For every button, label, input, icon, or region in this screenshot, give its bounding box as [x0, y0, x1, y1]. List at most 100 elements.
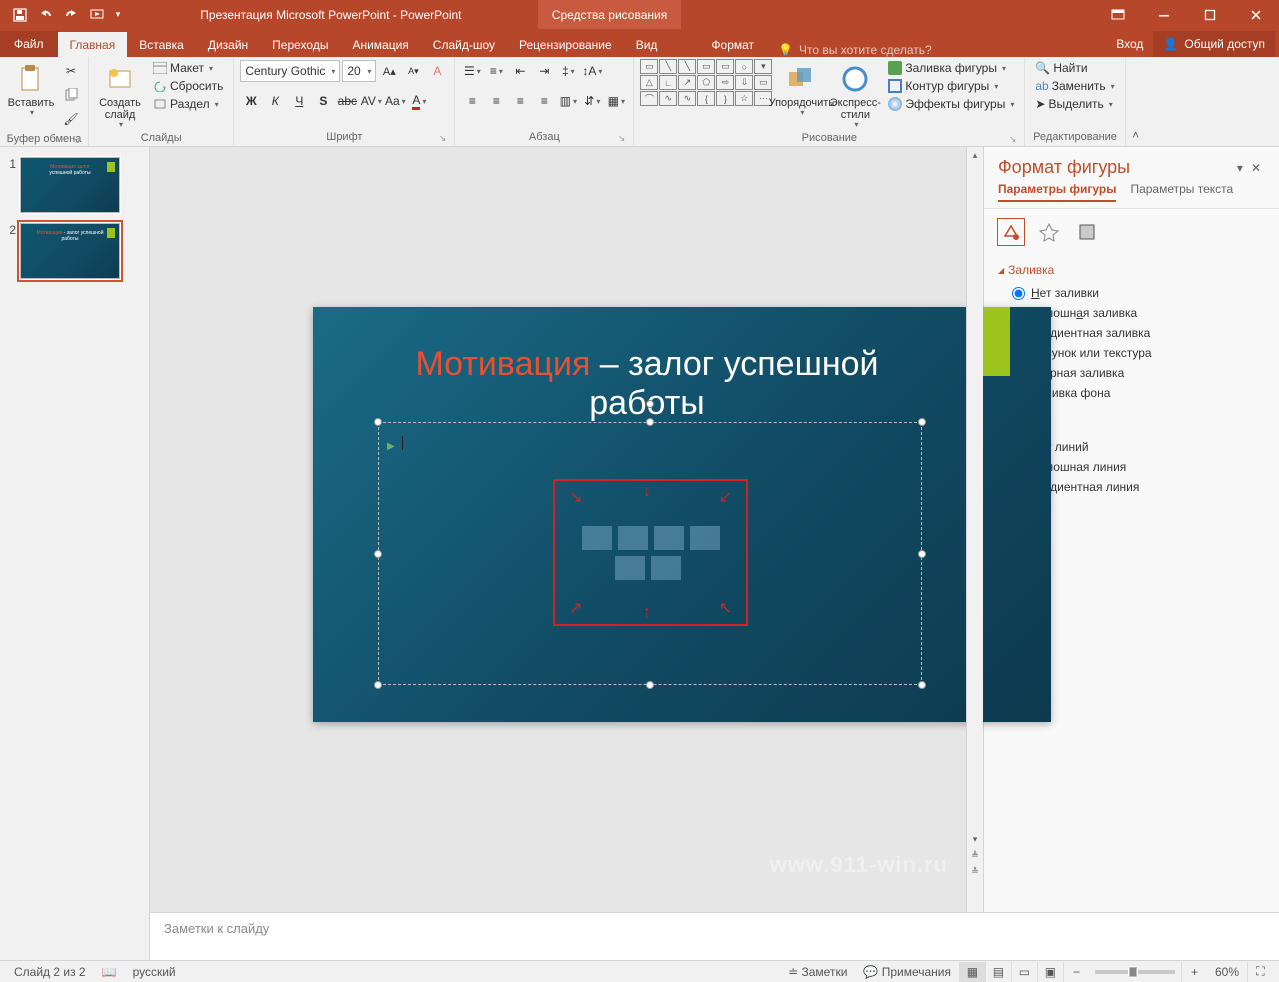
close-button[interactable] — [1233, 0, 1279, 29]
clipboard-launcher[interactable]: ↘ — [72, 135, 80, 146]
smartart-button[interactable]: ▦▾ — [605, 90, 627, 112]
underline-button[interactable]: Ч — [288, 90, 310, 112]
fill-line-tab-icon[interactable] — [998, 219, 1024, 245]
justify-button[interactable]: ≡ — [533, 90, 555, 112]
tab-slideshow[interactable]: Слайд-шоу — [421, 32, 507, 57]
tab-animation[interactable]: Анимация — [340, 32, 420, 57]
prev-slide-button[interactable]: ≜ — [968, 848, 983, 863]
bold-button[interactable]: Ж — [240, 90, 262, 112]
pane-options-button[interactable]: ▾ — [1233, 161, 1247, 175]
resize-handle-w[interactable] — [374, 550, 382, 558]
pane-close-button[interactable]: ✕ — [1247, 161, 1265, 175]
align-center-button[interactable]: ≡ — [485, 90, 507, 112]
pane-tab-text-options[interactable]: Параметры текста — [1130, 182, 1233, 202]
size-tab-icon[interactable] — [1074, 219, 1100, 245]
save-button[interactable] — [8, 3, 32, 27]
italic-button[interactable]: К — [264, 90, 286, 112]
ribbon-options-button[interactable] — [1095, 0, 1141, 29]
strikethrough-button[interactable]: abc — [336, 90, 358, 112]
align-left-button[interactable]: ≡ — [461, 90, 483, 112]
status-language[interactable]: русский — [125, 965, 184, 979]
comments-toggle[interactable]: 💬 Примечания — [855, 965, 959, 979]
spellcheck-button[interactable]: 📖 — [94, 965, 125, 979]
zoom-slider[interactable] — [1095, 970, 1175, 974]
shapes-gallery[interactable]: ▭╲╲▭▭○▾ △∟↗⬠⇨⇩▭ ⌒∿∿{}☆⋯ — [640, 59, 772, 106]
sign-in-link[interactable]: Вход — [1106, 31, 1153, 57]
line-spacing-button[interactable]: ‡▾ — [557, 60, 579, 82]
tell-me-search[interactable]: 💡 Что вы хотите сделать? — [766, 43, 1106, 57]
font-color-button[interactable]: A▾ — [408, 90, 430, 112]
quick-styles-button[interactable]: Экспресс- стили▾ — [830, 59, 880, 130]
increase-indent-button[interactable]: ⇥ — [533, 60, 555, 82]
minimize-button[interactable] — [1141, 0, 1187, 29]
slide-canvas[interactable]: Мотивация – залог успешной работы ↘ ↓ ↙ — [150, 147, 966, 912]
font-launcher[interactable]: ↘ — [439, 133, 447, 144]
numbering-button[interactable]: ≡▾ — [485, 60, 507, 82]
decrease-font-button[interactable]: A▾ — [402, 60, 424, 82]
slide-thumbnails-pane[interactable]: 1 Мотивация залогуспешной работы 2 Мотив… — [0, 147, 150, 960]
rotation-handle[interactable] — [646, 400, 654, 408]
font-name-combo[interactable]: Century Gothic▾ — [240, 60, 340, 82]
fit-to-window-button[interactable]: ⛶ — [1247, 962, 1273, 982]
shape-textbox[interactable]: ▭ — [640, 59, 658, 74]
effects-tab-icon[interactable] — [1036, 219, 1062, 245]
placeholder-selection[interactable] — [378, 422, 922, 685]
tab-format[interactable]: Формат — [699, 32, 766, 57]
zoom-in-button[interactable]: + — [1181, 962, 1207, 982]
font-size-combo[interactable]: 20▾ — [342, 60, 376, 82]
undo-button[interactable] — [34, 3, 58, 27]
layout-button[interactable]: Макет▾ — [149, 59, 227, 77]
decrease-indent-button[interactable]: ⇤ — [509, 60, 531, 82]
slideshow-view-button[interactable]: ▣ — [1037, 962, 1063, 982]
qat-customize[interactable]: ▾ — [112, 3, 124, 27]
resize-handle-ne[interactable] — [918, 418, 926, 426]
bullets-button[interactable]: ☰▾ — [461, 60, 483, 82]
columns-button[interactable]: ▥▾ — [557, 90, 579, 112]
paragraph-launcher[interactable]: ↘ — [618, 133, 626, 144]
text-direction-button[interactable]: ↕A▾ — [581, 60, 603, 82]
normal-view-button[interactable]: ▦ — [959, 962, 985, 982]
tab-file[interactable]: Файл — [0, 31, 58, 57]
zoom-slider-thumb[interactable] — [1129, 967, 1137, 977]
shape-outline-button[interactable]: Контур фигуры▾ — [884, 77, 1018, 95]
format-painter-button[interactable]: 🖌 — [60, 108, 82, 130]
notes-pane[interactable]: Заметки к слайду — [150, 912, 1279, 960]
change-case-button[interactable]: Aa▾ — [384, 90, 406, 112]
fill-section-header[interactable]: ◢Заливка — [998, 263, 1265, 277]
scroll-up-button[interactable]: ▴ — [968, 148, 983, 163]
fill-none-label[interactable]: Нет заливки — [1031, 286, 1099, 300]
status-slide-indicator[interactable]: Слайд 2 из 2 — [6, 965, 94, 979]
tab-design[interactable]: Дизайн — [196, 32, 260, 57]
align-right-button[interactable]: ≡ — [509, 90, 531, 112]
drawing-launcher[interactable]: ↘ — [1009, 134, 1017, 145]
char-spacing-button[interactable]: AV▾ — [360, 90, 382, 112]
slide-thumbnail-1[interactable]: Мотивация залогуспешной работы — [20, 157, 120, 213]
clear-formatting-button[interactable]: A — [426, 60, 448, 82]
tab-home[interactable]: Главная — [58, 32, 128, 57]
maximize-button[interactable] — [1187, 0, 1233, 29]
pane-tab-shape-options[interactable]: Параметры фигуры — [998, 182, 1116, 202]
resize-handle-se[interactable] — [918, 681, 926, 689]
section-button[interactable]: Раздел▾ — [149, 95, 227, 113]
increase-font-button[interactable]: A▴ — [378, 60, 400, 82]
reset-button[interactable]: Сбросить — [149, 77, 227, 95]
sorter-view-button[interactable]: ▤ — [985, 962, 1011, 982]
align-text-button[interactable]: ⇵▾ — [581, 90, 603, 112]
scroll-down-button[interactable]: ▾ — [968, 832, 983, 847]
paste-button[interactable]: Вставить ▾ — [6, 59, 56, 118]
arrange-button[interactable]: Упорядочить▾ — [776, 59, 826, 118]
resize-handle-nw[interactable] — [374, 418, 382, 426]
shape-effects-button[interactable]: Эффекты фигуры▾ — [884, 95, 1018, 113]
slide-thumbnail-2[interactable]: Мотивация - залог успешнойработы — [20, 223, 120, 279]
tab-insert[interactable]: Вставка — [127, 32, 196, 57]
shadow-button[interactable]: S — [312, 90, 334, 112]
resize-handle-n[interactable] — [646, 418, 654, 426]
resize-handle-sw[interactable] — [374, 681, 382, 689]
tab-transitions[interactable]: Переходы — [260, 32, 340, 57]
shape-fill-button[interactable]: Заливка фигуры▾ — [884, 59, 1018, 77]
resize-handle-e[interactable] — [918, 550, 926, 558]
fill-none-radio[interactable] — [1012, 287, 1025, 300]
copy-button[interactable] — [60, 84, 82, 106]
find-button[interactable]: 🔍Найти — [1031, 59, 1118, 77]
collapse-ribbon-button[interactable]: ˄ — [1126, 57, 1146, 146]
